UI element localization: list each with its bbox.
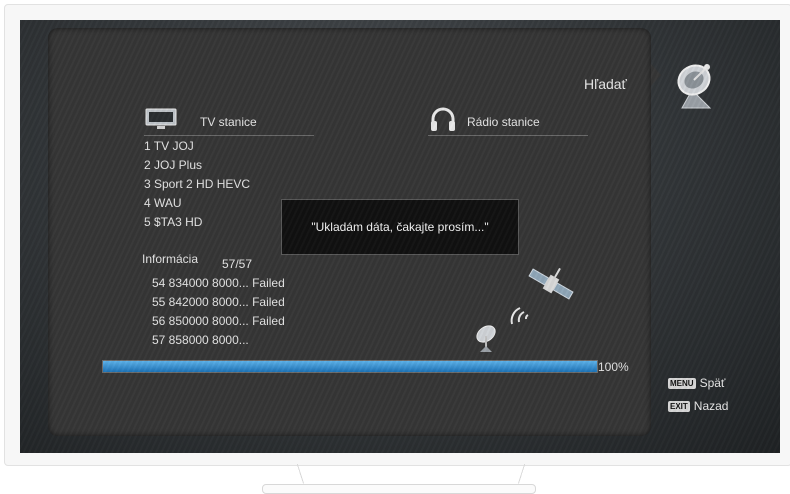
list-item: 4 WAU bbox=[144, 196, 182, 210]
tv-stand-base bbox=[262, 484, 536, 494]
exit-key-icon: EXIT bbox=[668, 400, 690, 412]
signal-waves-icon bbox=[510, 307, 529, 325]
info-count: 57/57 bbox=[222, 257, 253, 271]
list-item: 3 Sport 2 HD HEVC bbox=[144, 177, 251, 191]
exit-key-hint[interactable]: EXIT Nazad bbox=[668, 399, 728, 413]
tv-header-divider bbox=[144, 135, 314, 136]
menu-title: Hľadať bbox=[584, 76, 627, 92]
progress-percent: 100% bbox=[598, 360, 629, 374]
list-item: 2 JOJ Plus bbox=[144, 158, 203, 172]
tv-station-list: 1 TV JOJ 2 JOJ Plus 3 Sport 2 HD HEVC 4 … bbox=[144, 137, 250, 232]
list-item: 5 $TA3 HD bbox=[144, 215, 203, 229]
menu-key-icon: MENU bbox=[668, 377, 696, 389]
saving-dialog: "Ukladám dáta, čakajte prosím..." bbox=[281, 199, 519, 255]
scan-log: 54 834000 8000... Failed 55 842000 8000.… bbox=[152, 274, 285, 350]
dialog-message: "Ukladám dáta, čakajte prosím..." bbox=[311, 220, 489, 234]
radio-stations-header: Rádio stanice bbox=[467, 115, 540, 129]
progress-bar bbox=[102, 360, 598, 373]
exit-key-label: Nazad bbox=[693, 399, 729, 413]
headphones-icon bbox=[431, 107, 455, 131]
menu-key-label: Späť bbox=[699, 376, 726, 390]
info-label: Informácia bbox=[142, 252, 199, 266]
tv-stand-neck bbox=[296, 463, 526, 484]
tv-icon bbox=[145, 108, 177, 129]
menu-key-hint[interactable]: MENU Späť bbox=[668, 376, 725, 390]
tv-screen: Hľadať TV stanice Rádio stanice 1 TV JOJ… bbox=[20, 20, 780, 453]
log-line: 56 850000 8000... Failed bbox=[152, 314, 285, 328]
tv-stations-header: TV stanice bbox=[200, 115, 257, 129]
progress-fill bbox=[103, 361, 597, 372]
log-line: 54 834000 8000... Failed bbox=[152, 276, 285, 290]
satellite-dish-icon bbox=[677, 64, 712, 109]
panel-pointer bbox=[651, 64, 661, 86]
log-line: 57 858000 8000... bbox=[152, 333, 249, 347]
list-item: 1 TV JOJ bbox=[144, 139, 194, 153]
dish-signal-icon bbox=[476, 325, 496, 352]
radio-header-divider bbox=[428, 135, 588, 136]
log-line: 55 842000 8000... Failed bbox=[152, 295, 285, 309]
